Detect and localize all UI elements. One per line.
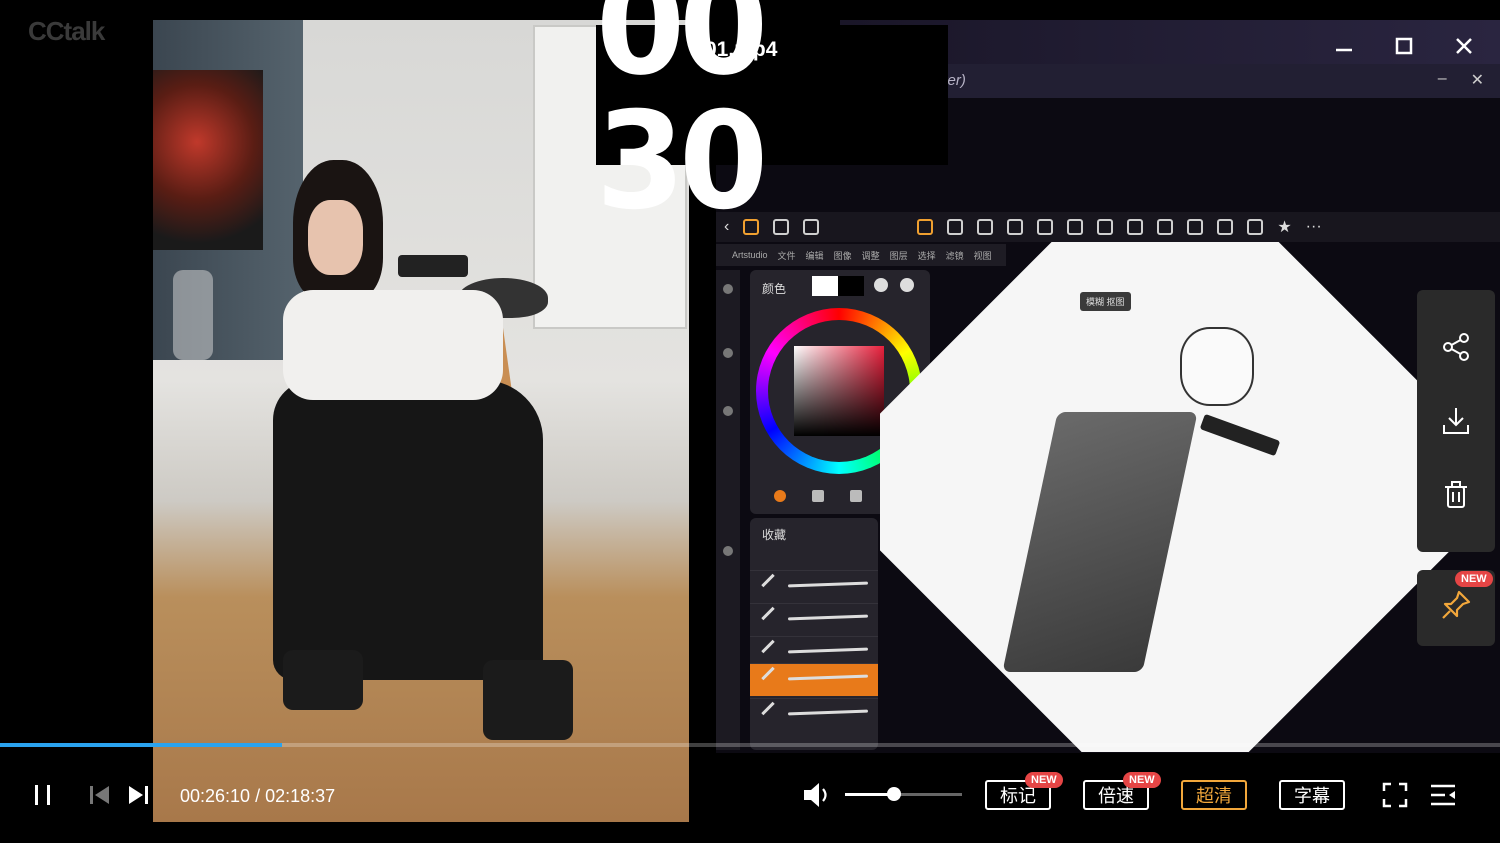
wheel-mode-icon[interactable] xyxy=(774,490,786,502)
smudge-tool-icon[interactable] xyxy=(977,219,994,235)
maximize-icon[interactable] xyxy=(1388,28,1420,64)
eyedropper-icon[interactable] xyxy=(1247,219,1264,235)
cctalk-logo: CCtalk xyxy=(28,16,105,46)
brush-pen-icon xyxy=(761,606,775,621)
sketch-head xyxy=(1180,327,1254,406)
fill-tool-icon[interactable] xyxy=(1007,219,1024,235)
mark-new-badge: NEW xyxy=(1025,772,1063,788)
brush-preset-active[interactable] xyxy=(750,663,878,696)
magic-wand-icon[interactable] xyxy=(1127,219,1144,235)
minimize-icon[interactable] xyxy=(1328,28,1360,64)
close-icon[interactable] xyxy=(1448,28,1480,64)
brush-pen-icon xyxy=(761,573,775,588)
volume-knob[interactable] xyxy=(887,787,902,801)
menu-item-image[interactable]: 图像 xyxy=(834,249,852,262)
model-face xyxy=(308,200,363,275)
drawing-canvas[interactable]: 模糊 抠图 xyxy=(880,242,1480,752)
canvas-tooltip: 模糊 抠图 xyxy=(1080,292,1131,311)
inner-close-icon[interactable]: ✕ xyxy=(1471,70,1484,90)
menu-item-artstudio[interactable]: Artstudio xyxy=(732,250,768,260)
model-figure xyxy=(263,160,573,740)
menu-item-edit[interactable]: 编辑 xyxy=(806,249,824,262)
brush-stroke-preview xyxy=(787,647,869,654)
side-action-panel xyxy=(1417,290,1495,552)
window-controls xyxy=(1328,28,1480,64)
ellipse-select-icon[interactable] xyxy=(1187,219,1204,235)
previous-icon[interactable] xyxy=(84,776,114,814)
eraser-tool-icon[interactable] xyxy=(947,219,964,235)
canvas-paper xyxy=(880,242,1480,752)
crop-tool-icon[interactable] xyxy=(1217,219,1234,235)
next-icon[interactable] xyxy=(124,776,154,814)
playlist-icon[interactable] xyxy=(1426,776,1460,814)
background-color-swatch[interactable] xyxy=(838,276,864,296)
brush-stroke-preview xyxy=(787,581,869,588)
video-file-title: 01.mp4 xyxy=(705,38,778,61)
menu-item-file[interactable]: 文件 xyxy=(778,249,796,262)
opacity-slider-knob[interactable] xyxy=(723,546,733,556)
gradient-tool-icon[interactable] xyxy=(1037,219,1054,235)
more-icon[interactable]: ··· xyxy=(1306,218,1322,236)
color-panel-label: 颜色 xyxy=(762,282,787,296)
model-boot-right xyxy=(483,660,573,740)
foreground-color-swatch[interactable] xyxy=(812,276,838,296)
model-shirt xyxy=(283,290,503,400)
brush-preset[interactable] xyxy=(750,698,878,731)
model-dress xyxy=(273,380,543,680)
brush-size-rail[interactable] xyxy=(716,270,740,750)
brush-pen-icon xyxy=(761,701,775,716)
background-vase xyxy=(173,270,213,360)
model-prop-gun xyxy=(398,255,468,277)
inner-minimize-icon[interactable]: – xyxy=(1438,70,1447,90)
model-boot-left xyxy=(283,650,363,710)
saturation-value-square[interactable] xyxy=(794,346,884,436)
pin-icon[interactable] xyxy=(1439,588,1473,627)
brush-preset[interactable] xyxy=(750,603,878,636)
undo-icon[interactable] xyxy=(723,284,733,294)
fullscreen-icon[interactable] xyxy=(1378,776,1412,814)
quality-button[interactable]: 超清 xyxy=(1181,780,1247,810)
brush-panel: 收藏 xyxy=(750,518,878,750)
brush-stroke-preview xyxy=(787,674,869,681)
brush-panel-label: 收藏 xyxy=(762,528,787,542)
brush-pen-icon xyxy=(761,639,775,654)
pin-new-badge: NEW xyxy=(1455,571,1493,587)
brush-stroke-preview xyxy=(787,614,869,621)
brush-pen-icon xyxy=(761,666,775,681)
brush-preset[interactable] xyxy=(750,570,878,603)
menu-item-adjust[interactable]: 调整 xyxy=(862,249,880,262)
polygon-lasso-icon[interactable] xyxy=(1097,219,1114,235)
inner-app-subtitlebar: yer) – ✕ xyxy=(930,64,1500,98)
star-icon[interactable]: ★ xyxy=(1277,217,1291,237)
layers-icon[interactable] xyxy=(723,348,733,358)
download-icon[interactable] xyxy=(1437,402,1475,440)
timer-text: 00 30 xyxy=(596,0,768,240)
time-display: 00:26:10 / 02:18:37 xyxy=(180,786,336,806)
swatches-icon[interactable] xyxy=(812,490,824,502)
size-slider-knob[interactable] xyxy=(723,406,733,416)
speed-new-badge: NEW xyxy=(1123,772,1161,788)
sliders-icon[interactable] xyxy=(850,490,862,502)
pause-icon[interactable] xyxy=(28,776,58,814)
volume-icon[interactable] xyxy=(800,776,836,814)
trash-icon[interactable] xyxy=(1437,476,1475,514)
progress-fill xyxy=(0,743,282,747)
progress-bar[interactable] xyxy=(0,743,1500,747)
share-icon[interactable] xyxy=(1437,328,1475,366)
subtitle-button[interactable]: 字幕 xyxy=(1279,780,1345,810)
brush-stroke-preview xyxy=(787,709,869,716)
rect-select-icon[interactable] xyxy=(1157,219,1174,235)
lasso-tool-icon[interactable] xyxy=(1067,219,1084,235)
background-painting xyxy=(153,70,263,250)
